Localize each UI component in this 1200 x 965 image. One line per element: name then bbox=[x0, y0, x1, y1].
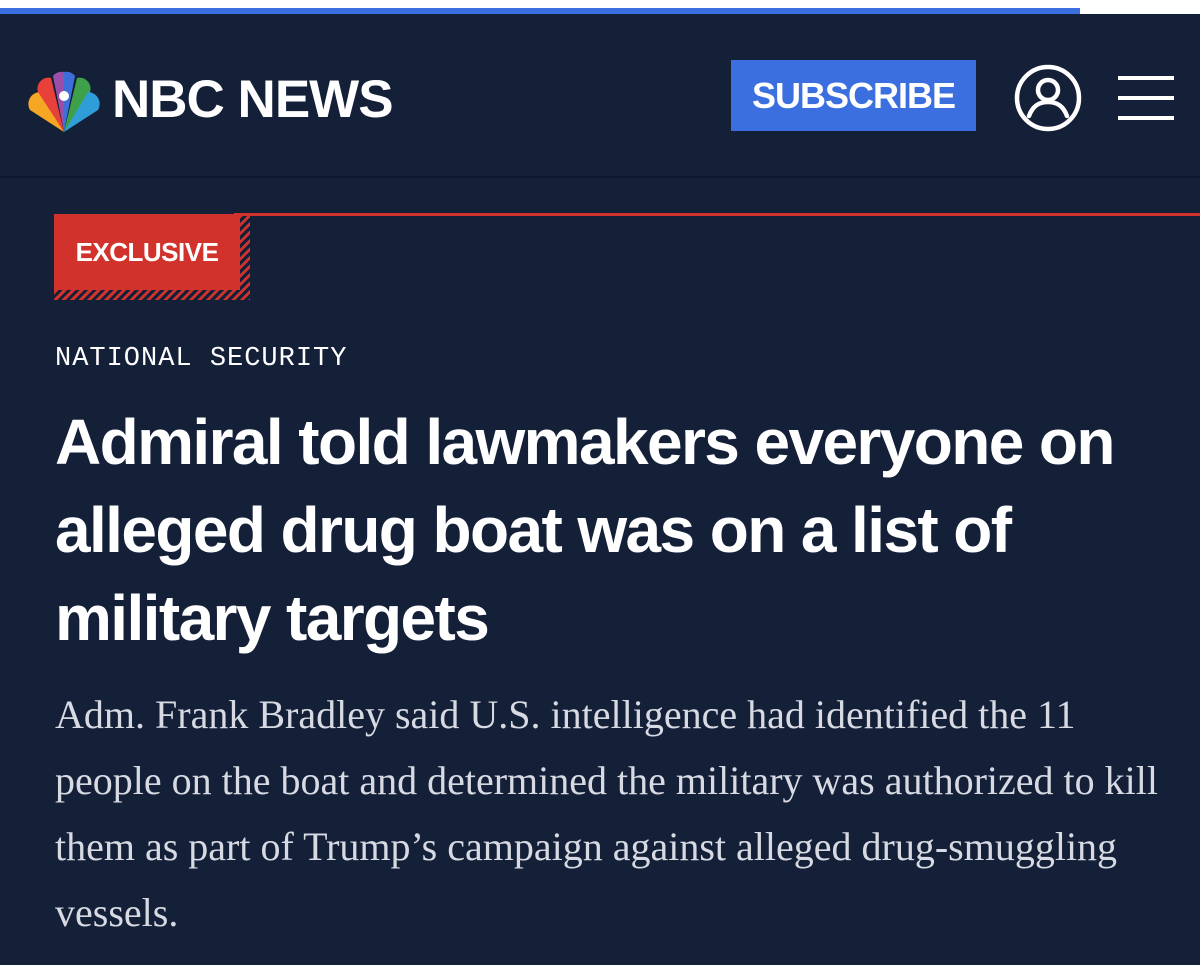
article-dek: Adm. Frank Bradley said U.S. intelligenc… bbox=[55, 692, 1159, 935]
subscribe-button[interactable]: SUBSCRIBE bbox=[731, 60, 976, 131]
article-headline: Admiral told lawmakers everyone on alleg… bbox=[55, 406, 1115, 654]
site-header: NBC NEWS SUBSCRIBE bbox=[0, 14, 1200, 178]
hamburger-menu-icon[interactable] bbox=[1118, 72, 1174, 124]
exclusive-badge: EXCLUSIVE bbox=[54, 214, 250, 300]
nbc-peacock-logo[interactable] bbox=[26, 70, 102, 134]
reading-progress-track bbox=[0, 0, 1200, 14]
brand-wordmark[interactable]: NBC NEWS bbox=[112, 60, 394, 140]
exclusive-badge-label: EXCLUSIVE bbox=[54, 214, 240, 290]
section-link[interactable]: NATIONAL SECURITY bbox=[55, 344, 347, 374]
user-account-icon[interactable] bbox=[1014, 64, 1082, 132]
section-divider bbox=[234, 213, 1200, 216]
